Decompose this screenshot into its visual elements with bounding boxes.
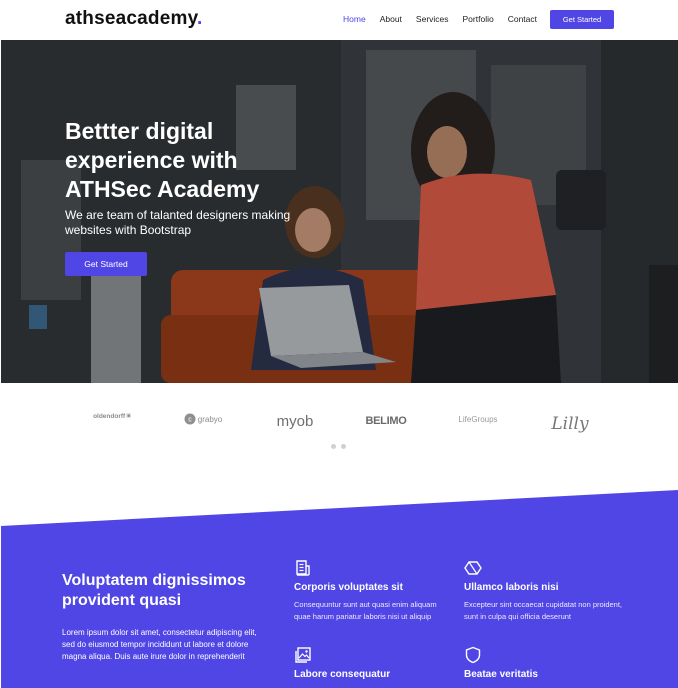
clients-carousel: oldendorff ▣ c grabyo myob BELIMO LifeGro…	[0, 383, 678, 493]
hero-get-started-button[interactable]: Get Started	[65, 252, 147, 276]
features-title: Voluptatem dignissimos provident quasi	[62, 572, 246, 609]
nav-portfolio[interactable]: Portfolio	[463, 14, 494, 24]
nav-services[interactable]: Services	[416, 14, 449, 24]
feature-title: Labore consequatur	[294, 669, 391, 680]
hero-subtitle: We are team of talanted designers making…	[65, 208, 291, 237]
client-logo-belimo: BELIMO	[365, 415, 407, 427]
logo-dot: .	[196, 8, 203, 29]
site-header: athseacademy. Home About Services Portfo…	[0, 0, 678, 40]
features-description: Lorem ipsum dolor sit amet, consectetur …	[62, 628, 257, 661]
hero-section: Bettter digital experience with ATHSec A…	[1, 40, 678, 383]
shield-icon	[465, 646, 481, 664]
feature-item-ullamco: Ullamco laboris nisi Excepteur sint occa…	[464, 559, 624, 622]
nav-home[interactable]: Home	[343, 14, 366, 24]
header-get-started-button[interactable]: Get Started	[550, 10, 614, 29]
client-logo-oldendorff: oldendorff ▣	[93, 412, 131, 420]
svg-text:c: c	[188, 417, 192, 424]
grabyo-mark-icon: c	[184, 413, 196, 425]
client-logo-lifegroups: LifeGroups	[458, 414, 498, 424]
client-logo-grabyo: c grabyo	[180, 409, 226, 429]
carousel-dot-1[interactable]	[331, 444, 336, 449]
carousel-pagination	[331, 444, 346, 449]
site-logo[interactable]: athseacademy.	[65, 8, 202, 30]
nav-about[interactable]: About	[380, 14, 402, 24]
main-nav: Home About Services Portfolio Contact	[329, 14, 537, 24]
cube-icon	[464, 561, 482, 575]
nav-contact[interactable]: Contact	[508, 14, 537, 24]
feature-title: Beatae veritatis	[464, 669, 538, 680]
features-section: Voluptatem dignissimos provident quasi L…	[1, 490, 678, 688]
feature-text: Consequuntur sunt aut quasi enim aliquam…	[294, 600, 437, 621]
receipt-icon	[296, 560, 310, 576]
feature-title: Ullamco laboris nisi	[464, 582, 559, 593]
client-logo-oldendorff-text: oldendorff	[93, 412, 126, 420]
client-logo-lilly: Lilly	[551, 414, 589, 434]
feature-item-labore: Labore consequatur	[294, 646, 454, 680]
client-logo-myob: myob	[276, 412, 314, 430]
feature-item-beatae: Beatae veritatis	[464, 646, 624, 680]
feature-title: Corporis voluptates sit	[294, 582, 403, 593]
feature-item-corporis: Corporis voluptates sit Consequuntur sun…	[294, 559, 454, 622]
carousel-dot-2[interactable]	[341, 444, 346, 449]
logo-text: athseacademy	[65, 8, 197, 29]
feature-text: Excepteur sint occaecat cupidatat non pr…	[464, 600, 623, 621]
image-icon	[295, 647, 311, 663]
client-logo-grabyo-text: grabyo	[197, 414, 223, 424]
hero-title: Bettter digital experience with ATHSec A…	[65, 118, 260, 202]
